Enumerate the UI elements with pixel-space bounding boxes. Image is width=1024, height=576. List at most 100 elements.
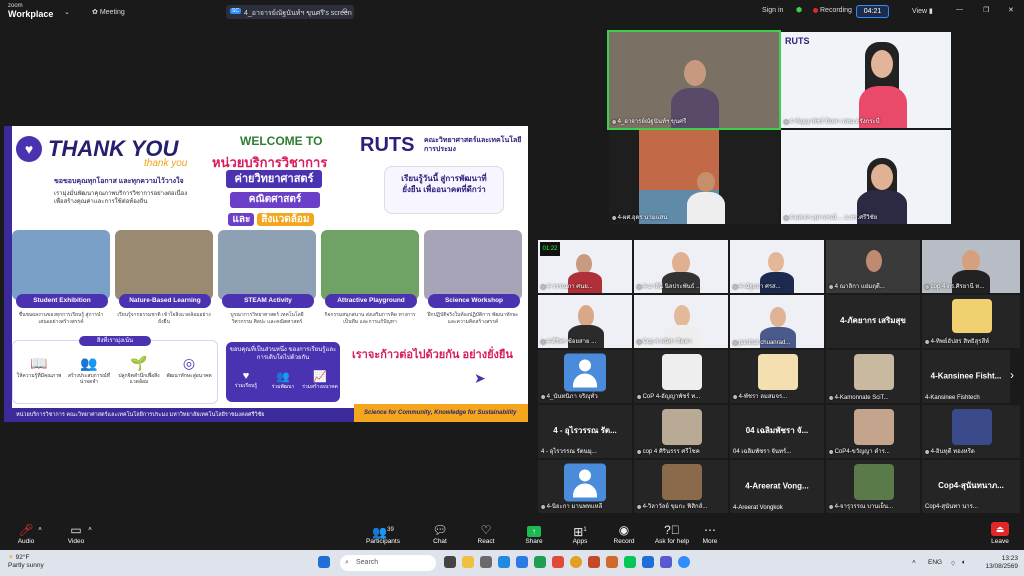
gallery-tile[interactable]: cop 4 ดร.ศิรยานี ห...	[922, 240, 1020, 293]
gallery-tile[interactable]: 4-วิลาวัลย์ ขุมกะ ฟิสิกส์...	[634, 460, 728, 513]
shield-icon[interactable]: ⬢	[796, 6, 802, 14]
slide-quote: เรียนรู้วันนี้ สู่การพัฒนาที่ยั่งยืน เพื…	[384, 166, 504, 214]
gallery-tile[interactable]: 4_นันทนิภา จริญุทั่ว	[538, 350, 632, 403]
teams-icon[interactable]	[660, 556, 672, 568]
line-icon[interactable]	[624, 556, 636, 568]
gallery-tile[interactable]: 4-Kamonnate SciT...	[826, 350, 920, 403]
gallery-tile[interactable]: 4-ศิริพร ช้อยสาย ...	[538, 295, 632, 348]
app-icon[interactable]	[480, 556, 492, 568]
file-explorer-icon[interactable]	[462, 556, 474, 568]
word-icon[interactable]	[516, 556, 528, 568]
leave-icon: ⏏	[991, 522, 1009, 536]
gallery-tile[interactable]: 4 ณาลิกา แย่มฤดี...	[826, 240, 920, 293]
gallery-tile[interactable]: 4-นิยะกา มานพทแหลี	[538, 460, 632, 513]
participant-name: 4-ณัฐธยา ศรส...	[733, 281, 781, 291]
share-button[interactable]: ↑ Share	[510, 522, 558, 545]
participant-display-name: 4-Kansinee Fisht...	[930, 371, 1002, 381]
video-tile[interactable]: 4-ผศ.อุดร นามแสน	[609, 130, 779, 224]
gallery-tile-no-video[interactable]: 4 - อุไรวรรณ รัต... 4 - อุไรวรรณ รัตนมุ.…	[538, 405, 632, 458]
zoom-app-icon[interactable]	[678, 556, 690, 568]
plant-icon: 🌱	[130, 355, 148, 371]
outlook-icon[interactable]	[642, 556, 654, 568]
view-menu[interactable]: View ▮	[912, 7, 933, 15]
audio-options-caret[interactable]: ˄	[32, 526, 48, 533]
gallery-tile[interactable]: 4-จารุวรรณ บานเย็น...	[826, 460, 920, 513]
person-face	[962, 250, 980, 272]
gallery-tile[interactable]: CoP 4-อัญญาพัชร์ ท...	[634, 350, 728, 403]
gallery-tile[interactable]: 4-พัชรา ลมสมจร...	[730, 350, 824, 403]
record-button[interactable]: ◉ Record	[600, 522, 648, 545]
thanks-heading: ขอบคุณที่เป็นส่วนหนึ่ง ของการเรียนรู้และ…	[229, 347, 337, 361]
participant-name: 4-ผศ.ดร.สุภาภรณ์ ... ม.ทร.ศรีวิชัย	[784, 212, 878, 222]
gallery-tile-no-video[interactable]: Cop4-สุนันทนาภ... Cop4-สุนันทา นาร...	[922, 460, 1020, 513]
react-button[interactable]: ♡ React	[462, 522, 510, 545]
minimize-icon[interactable]: —	[956, 6, 963, 13]
person-face	[770, 307, 786, 327]
excel-icon[interactable]	[534, 556, 546, 568]
gallery-tile[interactable]: 4-มาลินี นิลประพันธ์ ...	[634, 240, 728, 293]
taskbar-search[interactable]: ⌕ Search	[340, 555, 436, 571]
gallery-tile-no-video[interactable]: 4-Areerat Vong... 4-Areerat Vongkok	[730, 460, 824, 513]
video-tile-active-speaker[interactable]: 4_อาจารย์ณัฐนันท์ฯ ขุนศรี	[607, 30, 781, 130]
slide-line1: ขอขอบคุณทุกโอกาส และทุกความไว้วางใจ	[54, 178, 184, 185]
video-options-caret[interactable]: ˄	[82, 526, 98, 533]
activity-card: Nature-Based Learning เรียนรู้จากธรรมชาต…	[115, 230, 213, 338]
powerpoint-icon[interactable]	[588, 556, 600, 568]
more-button[interactable]: ⋯ More	[686, 522, 734, 545]
participant-name: 4-จารุวรรณ บานเย็น...	[829, 501, 893, 511]
recording-indicator[interactable]: Recording	[813, 7, 852, 14]
acrobat-icon[interactable]	[552, 556, 564, 568]
activity-card: Science Workshop ฝึกปฏิบัติจริงในห้องปฏิ…	[424, 230, 522, 338]
taskbar-clock[interactable]: 13:23 13/08/2569	[982, 555, 1018, 571]
person-body	[687, 192, 725, 224]
task-view-icon[interactable]	[444, 556, 456, 568]
weather-widget[interactable]: ☀︎ 92°F Partly sunny	[8, 554, 44, 570]
video-tile[interactable]: RUTS 4-ชัญญาพัชร์ ปินทา สพม.ตรังกระบี่	[781, 32, 951, 128]
video-tile[interactable]: 4-ผศ.ดร.สุภาภรณ์ ... ม.ทร.ศรีวิชัย	[781, 130, 951, 224]
more-dots-icon: ⋯	[704, 523, 716, 537]
screen-share-tab[interactable]: SC 4_อาจารย์ณัฐนันท์ฯ ขุนศรี's screen ⊙	[226, 5, 354, 19]
maximize-icon[interactable]: ❐	[983, 6, 989, 14]
wifi-icon[interactable]: ⌔	[950, 559, 956, 568]
focus-title: สิ่งที่เรามุ่งเน้น	[79, 336, 151, 346]
chevron-down-icon[interactable]: ⌄	[64, 8, 70, 16]
participants-button[interactable]: 👥39 Participants	[358, 522, 408, 545]
meeting-timer[interactable]: 04:21	[856, 5, 889, 18]
person-face	[697, 172, 715, 192]
gallery-tile[interactable]: panthat chuanrad...	[730, 295, 824, 348]
gallery-tile-no-video[interactable]: 4-Kansinee Fisht... 4-Kansinee Fishtech	[922, 350, 1010, 403]
volume-icon[interactable]: 🔈︎	[962, 559, 966, 567]
chrome-icon[interactable]	[570, 556, 582, 568]
gallery-tile[interactable]: 4-อินทุดี ทองหรีด	[922, 405, 1020, 458]
gallery-tile[interactable]: 4-ณัฐธยา ศรส...	[730, 240, 824, 293]
gallery-tile[interactable]: CoP4-ขวัญญา ดำร...	[826, 405, 920, 458]
profile-photo	[662, 464, 702, 500]
participant-name: 4-ผศ.อุดร นามแสน	[612, 212, 668, 222]
close-icon[interactable]: ✕	[1008, 6, 1014, 14]
gallery-tile[interactable]: cop 4 ศิรินรรร ศรีโชค	[634, 405, 728, 458]
thanks-item: ♥ ร่วมเรียนรู้	[228, 370, 264, 390]
chat-button[interactable]: 💬︎ Chat	[416, 522, 464, 545]
sign-in-link[interactable]: Sign in	[762, 7, 783, 14]
profile-photo	[854, 464, 894, 500]
next-page-icon[interactable]: ›	[1010, 368, 1014, 382]
meeting-tab[interactable]: ✿ Meeting	[92, 8, 125, 16]
gallery-tile[interactable]: 4-ทิพย์อัปสร สิทธิสุรสีห์	[922, 295, 1020, 348]
more-icon[interactable]: ⊙	[342, 7, 348, 15]
tray-chevron-icon[interactable]: ˄	[912, 559, 916, 566]
edge-icon[interactable]	[498, 556, 510, 568]
apps-button[interactable]: ⊞1 Apps	[556, 522, 604, 545]
participants-icon: 👥39	[372, 525, 394, 539]
participant-name: 4-ทิพย์อัปสร สิทธิสุรสีห์	[925, 336, 990, 346]
clock-overlay: 01:22	[540, 242, 560, 256]
leave-button[interactable]: ⏏ Leave	[984, 522, 1016, 545]
language-indicator[interactable]: ENG	[928, 559, 942, 566]
start-icon[interactable]	[318, 556, 330, 568]
gallery-tile-no-video[interactable]: 04 เฉลิมพัชรา จั... 04 เฉลิมพัชรา จันทร์…	[730, 405, 824, 458]
gallery-tile[interactable]: 01:22 4-วรรณภา ศนย...	[538, 240, 632, 293]
gallery-tile[interactable]: Cop 4 ดนิศา จิตตา	[634, 295, 728, 348]
zoom-title-bar: zoom Workplace ⌄ ✿ Meeting SC 4_อาจารย์ณั…	[0, 0, 1024, 24]
gallery-tile-no-video[interactable]: 4-ภัคยากร เสริมสุข	[826, 295, 920, 348]
app-icon[interactable]	[606, 556, 618, 568]
share-screen-icon: ↑	[510, 522, 558, 538]
